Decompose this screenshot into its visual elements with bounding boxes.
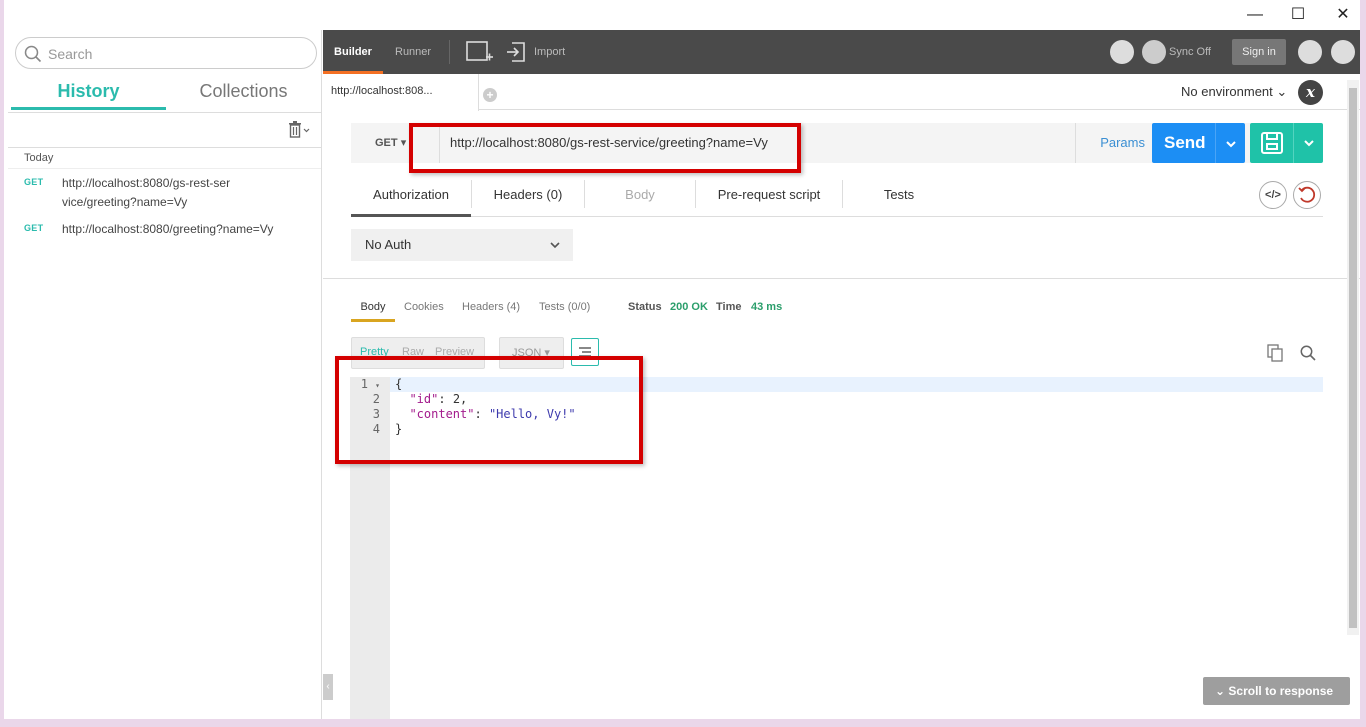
settings-wrench-icon[interactable]: [1298, 40, 1322, 64]
view-pretty-button[interactable]: Pretty: [360, 346, 389, 358]
wrap-lines-icon[interactable]: [571, 338, 599, 366]
line-gutter: 1 ▾ 2 3 4: [350, 377, 390, 719]
sidebar: History Collections Today GET http://loc…: [8, 30, 322, 719]
environment-select[interactable]: No environment ⌄: [1181, 84, 1287, 100]
chevron-down-icon: ▾: [400, 137, 407, 149]
request-tabs-bar: http://localhost:808... + No environment…: [323, 74, 1360, 111]
tab-tests[interactable]: Tests: [843, 180, 955, 217]
search-icon[interactable]: [1300, 345, 1316, 364]
line-number: 4: [372, 422, 380, 436]
sign-in-button[interactable]: Sign in: [1232, 39, 1286, 65]
tab-response-tests[interactable]: Tests (0/0): [539, 298, 590, 322]
params-button[interactable]: Params: [1075, 123, 1145, 163]
search-icon: [24, 45, 42, 63]
minimize-icon[interactable]: —: [1243, 5, 1267, 25]
request-tab[interactable]: http://localhost:808...: [323, 74, 479, 111]
divider: [449, 40, 450, 64]
chevron-down-icon: ⌄: [1276, 84, 1288, 99]
history-item[interactable]: GET http://localhost:8080/gs-rest-servic…: [24, 174, 314, 214]
postman-window: — ☐ ✕ History Collections Today GET http…: [0, 0, 1366, 727]
maximize-icon[interactable]: ☐: [1286, 5, 1310, 25]
close-icon[interactable]: ✕: [1331, 5, 1355, 25]
view-preview-button[interactable]: Preview: [435, 346, 474, 358]
history-item[interactable]: GET http://localhost:8080/greeting?name=…: [24, 220, 314, 240]
method-select[interactable]: GET ▾: [351, 123, 439, 163]
heart-icon[interactable]: [1331, 40, 1355, 64]
save-icon: [1260, 131, 1284, 158]
chevron-down-icon: ⌄: [1215, 684, 1226, 698]
line-number: 2: [372, 392, 380, 406]
divider: [323, 278, 1360, 279]
chevron-down-icon: ▾: [544, 347, 550, 359]
tab-headers[interactable]: Headers (0): [472, 180, 584, 217]
chevron-down-icon: [549, 229, 561, 273]
search-input[interactable]: [48, 44, 308, 64]
tab-cookies[interactable]: Cookies: [404, 298, 444, 322]
collapse-sidebar-icon[interactable]: ‹: [323, 674, 333, 700]
view-mode-group: Pretty Raw Preview: [351, 337, 485, 369]
main-panel: Builder Runner Import Sync Off Sign in h…: [323, 30, 1360, 719]
json-code: { "id": 2, "content": "Hello, Vy!" }: [395, 377, 576, 436]
response-tabs: Body Cookies Headers (4) Tests (0/0) Sta…: [351, 298, 851, 322]
runner-tab[interactable]: Runner: [395, 30, 431, 74]
tab-response-body[interactable]: Body: [351, 298, 395, 322]
history-url: http://localhost:8080/gs-rest-service/gr…: [62, 176, 231, 209]
request-subtabs: Authorization Headers (0) Body Pre-reque…: [351, 180, 1323, 217]
new-window-icon[interactable]: [466, 40, 494, 64]
save-button[interactable]: [1250, 123, 1323, 163]
time-label: Time: [716, 301, 742, 313]
auth-type-select[interactable]: No Auth: [351, 229, 573, 261]
builder-tab[interactable]: Builder: [323, 30, 383, 74]
format-select[interactable]: JSON ▾: [499, 337, 564, 369]
tab-pre-request-script[interactable]: Pre-request script: [696, 180, 842, 217]
copy-icon[interactable]: [1267, 344, 1283, 365]
url-input[interactable]: http://localhost:8080/gs-rest-service/gr…: [439, 123, 1075, 163]
tab-history[interactable]: History: [11, 76, 166, 110]
send-button[interactable]: Send: [1152, 123, 1245, 163]
window-titlebar: — ☐ ✕: [4, 0, 1360, 30]
line-number: 3: [372, 407, 380, 421]
response-editor[interactable]: 1 ▾ 2 3 4 { "id": 2, "content": "Hello, …: [350, 377, 1323, 719]
method-badge: GET: [24, 223, 44, 233]
scrollbar-thumb[interactable]: [1349, 88, 1357, 628]
method-badge: GET: [24, 177, 44, 187]
divider: [8, 147, 321, 148]
reset-icon[interactable]: [1293, 181, 1321, 209]
line-number: 1 ▾: [360, 377, 380, 391]
sync-icon[interactable]: [1142, 40, 1166, 64]
tab-collections[interactable]: Collections: [166, 76, 321, 110]
chevron-down-icon[interactable]: [1293, 123, 1323, 163]
interceptor-icon[interactable]: [1110, 40, 1134, 64]
sidebar-tabs: History Collections: [11, 76, 321, 110]
chevron-down-icon[interactable]: [1215, 123, 1245, 163]
history-section-label: Today: [24, 152, 54, 164]
generate-code-icon[interactable]: </>: [1259, 181, 1287, 209]
environment-quicklook-icon[interactable]: x: [1298, 80, 1323, 105]
import-icon[interactable]: [506, 40, 528, 64]
tab-authorization[interactable]: Authorization: [351, 180, 471, 217]
view-raw-button[interactable]: Raw: [402, 346, 424, 358]
trash-icon[interactable]: [287, 120, 311, 140]
tab-response-headers[interactable]: Headers (4): [462, 298, 520, 322]
sync-status[interactable]: Sync Off: [1169, 30, 1211, 74]
import-button[interactable]: Import: [534, 30, 565, 74]
time-value: 43 ms: [751, 301, 783, 313]
top-toolbar: Builder Runner Import Sync Off Sign in: [323, 30, 1360, 74]
status-value: 200 OK: [670, 301, 708, 313]
add-tab-button[interactable]: +: [483, 88, 497, 102]
divider: [8, 112, 321, 113]
divider: [8, 168, 321, 169]
search-box[interactable]: [15, 37, 317, 69]
url-bar: GET ▾ http://localhost:8080/gs-rest-serv…: [351, 123, 1273, 163]
history-url: http://localhost:8080/greeting?name=Vy: [62, 222, 274, 236]
status-label: Status: [628, 301, 662, 313]
tab-body[interactable]: Body: [585, 180, 695, 217]
scroll-to-response-button[interactable]: ⌄ Scroll to response: [1203, 677, 1350, 705]
fold-icon: ▾: [375, 381, 380, 390]
scrollbar[interactable]: [1347, 80, 1359, 635]
